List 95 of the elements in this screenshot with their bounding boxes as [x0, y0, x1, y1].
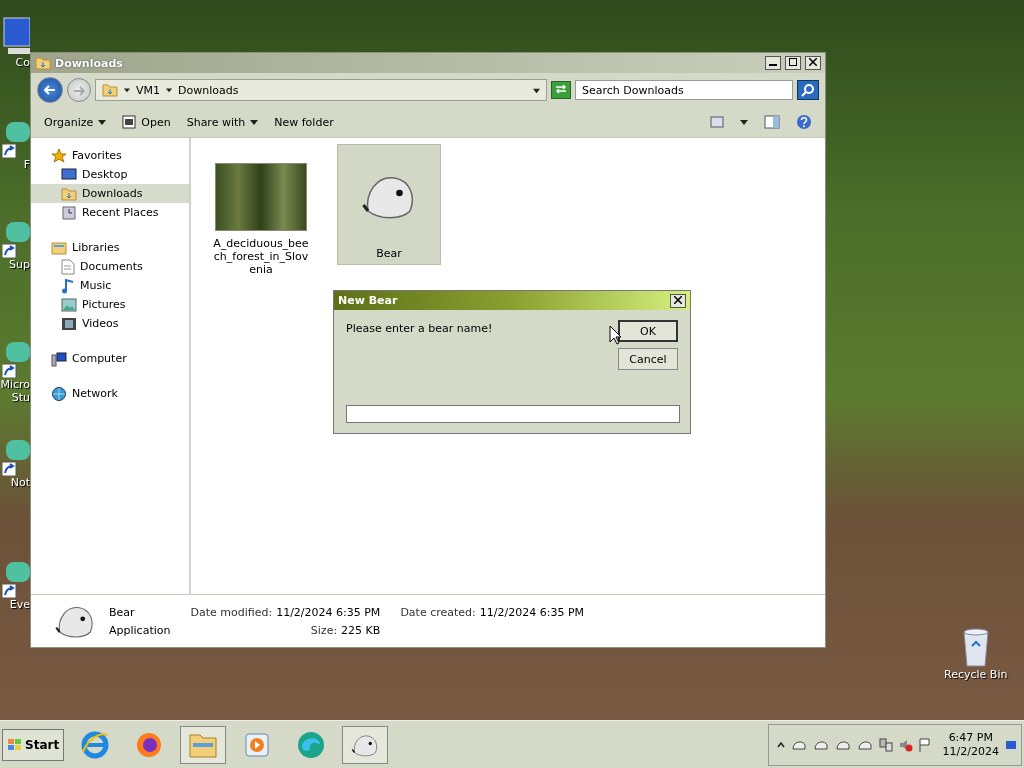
desktop-icon-label: Not: [9, 476, 30, 489]
wave-logo-icon: [296, 729, 327, 760]
view-icon: [710, 116, 724, 128]
desktop-icon-label: Micro Stu: [0, 378, 30, 404]
forward-button[interactable]: [67, 78, 91, 102]
globe-icon: [51, 385, 67, 402]
toolbar-button[interactable]: Organize: [39, 112, 112, 132]
sidebar-item[interactable]: Computer: [31, 349, 189, 368]
film-icon: [61, 316, 77, 331]
left-arrow-icon: [44, 85, 56, 95]
detail-field: Date modified: 11/2/2024 6:35 PM: [190, 605, 381, 619]
desktop-icon-label: F: [22, 158, 30, 171]
back-button[interactable]: [37, 77, 63, 103]
document-icon: [61, 258, 75, 275]
sidebar-item[interactable]: Music: [31, 276, 189, 295]
play-icon: [243, 730, 272, 759]
toolbar-button[interactable]: New folder: [269, 112, 339, 132]
show-desktop-icon[interactable]: [1005, 738, 1017, 751]
search-field[interactable]: Search Downloads: [575, 80, 793, 100]
sidebar-item[interactable]: Pictures: [31, 295, 189, 314]
folder-icon: [35, 56, 51, 70]
sidebar-item[interactable]: Network: [31, 384, 189, 403]
detail-field: Date created: 11/2/2024 6:35 PM: [400, 605, 584, 619]
file-item[interactable]: Bear: [337, 144, 441, 265]
recycle-bin-label: Recycle Bin: [944, 668, 1008, 681]
monitor-icon: [61, 167, 77, 182]
file-item[interactable]: A_deciduous_beech_forest_in_Slovenia: [209, 144, 313, 281]
drive-icon[interactable]: [834, 738, 851, 751]
computer-icon: [51, 350, 67, 367]
dialog-button[interactable]: OK: [618, 320, 678, 342]
caret-icon: [166, 87, 172, 93]
close-icon: [674, 295, 682, 304]
folder-icon: [61, 186, 77, 201]
network-icon[interactable]: [878, 737, 893, 752]
sidebar-item[interactable]: Recent Places: [31, 203, 189, 222]
picture-icon: [61, 297, 77, 312]
close-icon: [809, 58, 817, 66]
folder-icon: [102, 83, 118, 97]
dialog-button[interactable]: Cancel: [618, 348, 678, 370]
help-icon: [796, 114, 812, 130]
caret-icon: [740, 118, 748, 126]
file-name: Bear: [109, 605, 136, 619]
desktop-icon-label: Eve: [8, 598, 30, 611]
windows-logo-icon: [7, 737, 23, 752]
close-button[interactable]: [805, 56, 821, 70]
dialog-message: Please enter a bear name!: [346, 322, 494, 337]
computer-icon[interactable]: [2, 16, 30, 56]
maximize-button[interactable]: [785, 56, 801, 70]
flag-icon[interactable]: [918, 737, 931, 752]
refresh-arrows-icon: [555, 84, 567, 94]
breadcrumb-item[interactable]: Downloads: [178, 83, 239, 97]
letter-e-icon: [80, 729, 111, 760]
clock[interactable]: 6:47 PM 11/2/2024: [942, 730, 999, 759]
close-button[interactable]: [670, 293, 686, 308]
refresh-button[interactable]: [551, 81, 571, 99]
toolbar-button[interactable]: Open: [117, 112, 176, 132]
caret-icon: [533, 86, 540, 94]
speaker-muted-icon[interactable]: [898, 737, 913, 752]
sidebar-item[interactable]: Libraries: [31, 238, 189, 257]
drive-icon[interactable]: [856, 738, 873, 751]
window-title: Downloads: [55, 56, 124, 70]
address-bar[interactable]: VM1 Downloads: [95, 79, 547, 101]
desktop-icon-label: Co: [14, 56, 30, 69]
file-type: Application: [109, 623, 171, 637]
toolbar-button[interactable]: Share with: [181, 112, 264, 132]
caret-icon: [124, 87, 130, 93]
minimize-button[interactable]: [765, 56, 781, 70]
breadcrumb-item[interactable]: VM1: [136, 83, 160, 97]
sidebar-item[interactable]: Videos: [31, 314, 189, 333]
maximize-icon: [789, 58, 797, 66]
mouse-cursor-icon: [609, 325, 621, 345]
music-note-icon: [61, 277, 75, 294]
detail-field: Size: 225 KB: [190, 623, 381, 637]
search-button[interactable]: [797, 80, 819, 100]
sidebar-item[interactable]: Desktop: [31, 165, 189, 184]
caret-icon: [98, 118, 107, 126]
chevron-up-icon[interactable]: [776, 740, 785, 749]
drive-icon[interactable]: [812, 738, 829, 751]
star-icon: [51, 147, 67, 164]
clock-icon: [61, 204, 77, 221]
window-icon: [122, 115, 137, 129]
drive-icon[interactable]: [790, 738, 807, 751]
start-button[interactable]: Start: [2, 728, 65, 761]
sidebar-item[interactable]: Downloads: [31, 184, 189, 203]
name-input-field[interactable]: [346, 405, 680, 423]
dialog-title: New Bear: [338, 294, 399, 307]
library-icon: [51, 240, 67, 255]
taskbar-app-button[interactable]: [342, 725, 389, 764]
preview-pane-icon: [764, 115, 780, 129]
caret-icon: [250, 118, 259, 126]
taskbar-app-button[interactable]: [180, 725, 227, 764]
right-arrow-icon: [73, 86, 85, 96]
desktop-icon-label: Sup: [8, 258, 30, 271]
sidebar-item[interactable]: Documents: [31, 257, 189, 276]
sidebar-item[interactable]: Favorites: [31, 146, 189, 165]
